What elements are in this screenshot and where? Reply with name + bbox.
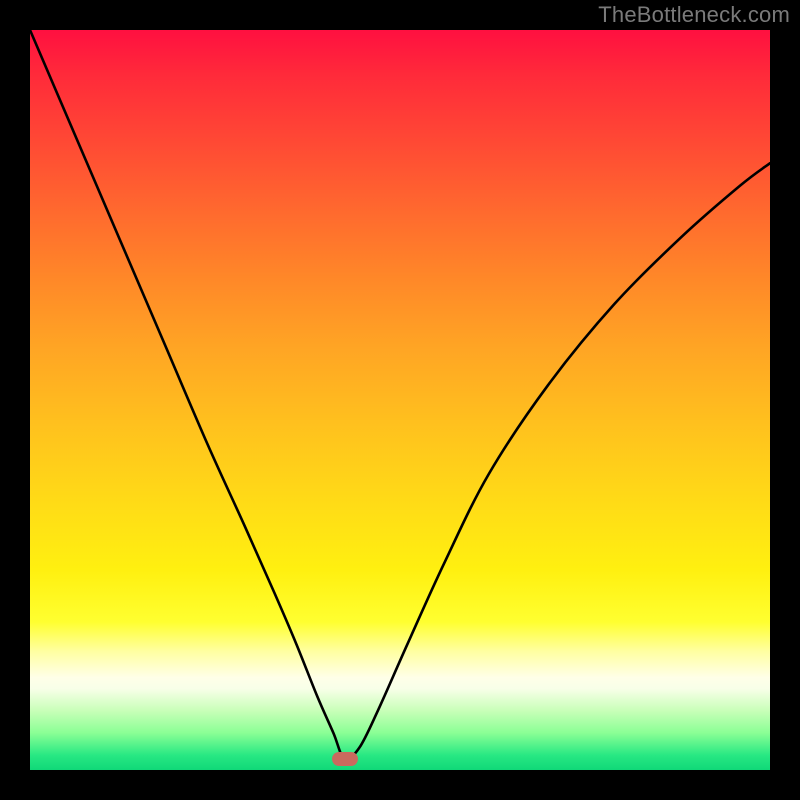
minimum-marker: [332, 752, 358, 766]
bottleneck-curve: [30, 30, 770, 770]
chart-stage: TheBottleneck.com: [0, 0, 800, 800]
watermark-text: TheBottleneck.com: [598, 4, 790, 26]
plot-area: [30, 30, 770, 770]
